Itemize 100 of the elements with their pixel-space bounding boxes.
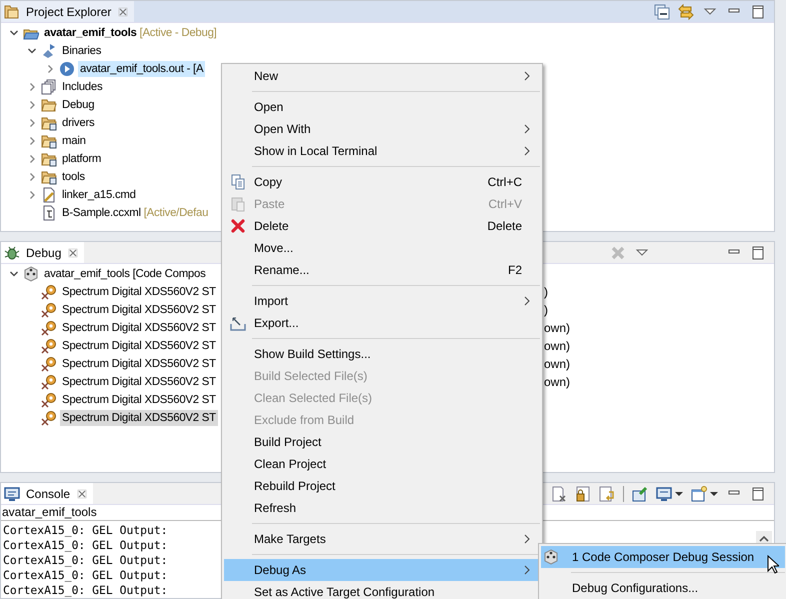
menu-item[interactable]: Export... bbox=[224, 312, 540, 334]
menu-item[interactable]: New bbox=[224, 65, 540, 87]
chevron-right-icon[interactable] bbox=[45, 64, 55, 74]
chevron-right-icon[interactable] bbox=[27, 190, 37, 200]
menu-item[interactable]: Debug Configurations... bbox=[541, 577, 785, 599]
console-line: CortexA15_0: GEL Output: bbox=[3, 568, 168, 583]
tab-title: Project Explorer bbox=[26, 4, 112, 18]
play-circle-icon bbox=[59, 61, 75, 77]
maximize-icon[interactable] bbox=[750, 4, 766, 20]
cube-icon bbox=[542, 549, 558, 565]
console-line: CortexA15_0: GEL Output: bbox=[3, 553, 168, 568]
folders-icon bbox=[4, 4, 20, 20]
clear-console-icon[interactable] bbox=[551, 486, 567, 502]
tree-item[interactable]: linker_a15.cmd bbox=[60, 187, 138, 203]
folder-icon bbox=[41, 97, 57, 113]
mouse-pointer-icon bbox=[767, 555, 779, 575]
chevron-down-icon[interactable] bbox=[9, 28, 19, 38]
menu-item[interactable]: Delete Delete bbox=[224, 215, 540, 237]
tree-item[interactable]: Spectrum Digital XDS560V2 ST bbox=[60, 302, 218, 318]
dropdown-icon[interactable] bbox=[710, 490, 718, 498]
tree-item-text: ) bbox=[544, 285, 548, 299]
menu-item[interactable]: Rename... F2 bbox=[224, 259, 540, 281]
tree-item[interactable]: avatar_emif_tools [Active - Debug] bbox=[42, 25, 219, 41]
tree-item[interactable]: Spectrum Digital XDS560V2 ST bbox=[60, 284, 218, 300]
maximize-icon[interactable] bbox=[750, 244, 766, 260]
export-icon bbox=[230, 315, 246, 331]
tree-item-text: own) bbox=[544, 375, 570, 389]
menu-item[interactable]: Clean Project bbox=[224, 453, 540, 475]
tree-item[interactable]: Includes bbox=[60, 79, 104, 95]
close-icon[interactable] bbox=[77, 488, 88, 498]
chevron-right-icon[interactable] bbox=[27, 100, 37, 110]
menu-item[interactable]: Open With bbox=[224, 118, 540, 140]
menu-item[interactable]: Make Targets bbox=[224, 528, 540, 550]
dropdown-icon[interactable] bbox=[675, 490, 683, 498]
tree-item[interactable]: Spectrum Digital XDS560V2 ST bbox=[60, 392, 218, 408]
monitor-icon[interactable] bbox=[656, 486, 672, 502]
chevron-right-icon[interactable] bbox=[27, 136, 37, 146]
tree-item-text: own) bbox=[544, 321, 570, 335]
word-wrap-icon[interactable] bbox=[599, 486, 615, 502]
monitor-icon bbox=[4, 486, 20, 502]
menu-item[interactable]: Show in Local Terminal bbox=[224, 140, 540, 162]
file-icon bbox=[41, 205, 57, 221]
menu-item[interactable]: Move... bbox=[224, 237, 540, 259]
file-icon bbox=[41, 187, 57, 203]
tree-item[interactable]: Spectrum Digital XDS560V2 ST bbox=[60, 320, 218, 336]
menu-item[interactable]: Rebuild Project bbox=[224, 475, 540, 497]
tree-item[interactable]: drivers bbox=[60, 115, 96, 131]
tab-title: Debug bbox=[26, 246, 62, 260]
menu-item[interactable]: 1 Code Composer Debug Session bbox=[541, 546, 785, 568]
chevron-down-icon[interactable] bbox=[27, 46, 37, 56]
tree-item-text: own) bbox=[544, 357, 570, 371]
menu-item[interactable]: Open bbox=[224, 96, 540, 118]
tree-item[interactable]: Spectrum Digital XDS560V2 ST bbox=[60, 356, 218, 372]
maximize-icon[interactable] bbox=[750, 486, 766, 502]
console-line: CortexA15_0: GEL Output: bbox=[3, 583, 168, 598]
bug-icon bbox=[4, 244, 20, 260]
tab-title: Console bbox=[26, 486, 70, 500]
view-tab[interactable]: Project Explorer bbox=[1, 1, 134, 22]
tree-item-text: ) bbox=[544, 303, 548, 317]
view-tab[interactable]: Debug bbox=[1, 242, 84, 263]
menu-item[interactable]: Set as Active Target Configuration bbox=[224, 581, 540, 599]
copy-icon bbox=[230, 174, 246, 190]
chevron-down-icon[interactable] bbox=[9, 269, 19, 279]
delete-icon bbox=[230, 218, 246, 234]
menu-item[interactable]: Debug As bbox=[224, 559, 540, 581]
includes-icon bbox=[41, 79, 57, 95]
menu-item[interactable]: Build Project bbox=[224, 431, 540, 453]
tree-item[interactable]: main bbox=[60, 133, 88, 149]
lock-icon[interactable] bbox=[575, 486, 591, 502]
tree-item[interactable]: B-Sample.ccxml [Active/Defau bbox=[60, 205, 210, 221]
tree-item[interactable]: avatar_emif_tools.out - [A bbox=[78, 61, 206, 77]
tree-item[interactable]: platform bbox=[60, 151, 104, 167]
tree-item[interactable]: Spectrum Digital XDS560V2 ST bbox=[60, 338, 218, 354]
menu-item[interactable]: Copy Ctrl+C bbox=[224, 171, 540, 193]
source-folder-icon bbox=[41, 115, 57, 131]
link-arrows-icon[interactable] bbox=[678, 4, 694, 20]
menu-item[interactable]: Import bbox=[224, 290, 540, 312]
collapse-all-icon[interactable] bbox=[654, 4, 670, 20]
chevron-right-icon[interactable] bbox=[27, 82, 37, 92]
tree-item[interactable]: tools bbox=[60, 169, 87, 185]
new-console-icon[interactable] bbox=[691, 486, 707, 502]
tree-item[interactable]: Binaries bbox=[60, 43, 104, 59]
close-icon[interactable] bbox=[118, 6, 128, 16]
menu-item[interactable]: Show Build Settings... bbox=[224, 343, 540, 365]
tree-item-text: own) bbox=[544, 339, 570, 353]
cube-icon bbox=[23, 266, 39, 282]
console-line: CortexA15_0: GEL Output: bbox=[3, 538, 168, 553]
tree-item[interactable]: avatar_emif_tools [Code Compos bbox=[42, 266, 208, 282]
source-folder-icon bbox=[41, 169, 57, 185]
source-folder-icon bbox=[41, 133, 57, 149]
source-folder-icon bbox=[41, 151, 57, 167]
tree-item[interactable]: Debug bbox=[60, 97, 96, 113]
chevron-right-icon[interactable] bbox=[27, 172, 37, 182]
view-tab[interactable]: Console bbox=[1, 483, 94, 504]
clipboard-icon bbox=[230, 196, 246, 212]
close-icon[interactable] bbox=[68, 248, 78, 258]
tree-item[interactable]: Spectrum Digital XDS560V2 ST bbox=[60, 374, 218, 390]
chevron-right-icon[interactable] bbox=[27, 154, 37, 164]
tree-item[interactable]: Spectrum Digital XDS560V2 ST bbox=[60, 410, 218, 426]
chevron-right-icon[interactable] bbox=[27, 118, 37, 128]
